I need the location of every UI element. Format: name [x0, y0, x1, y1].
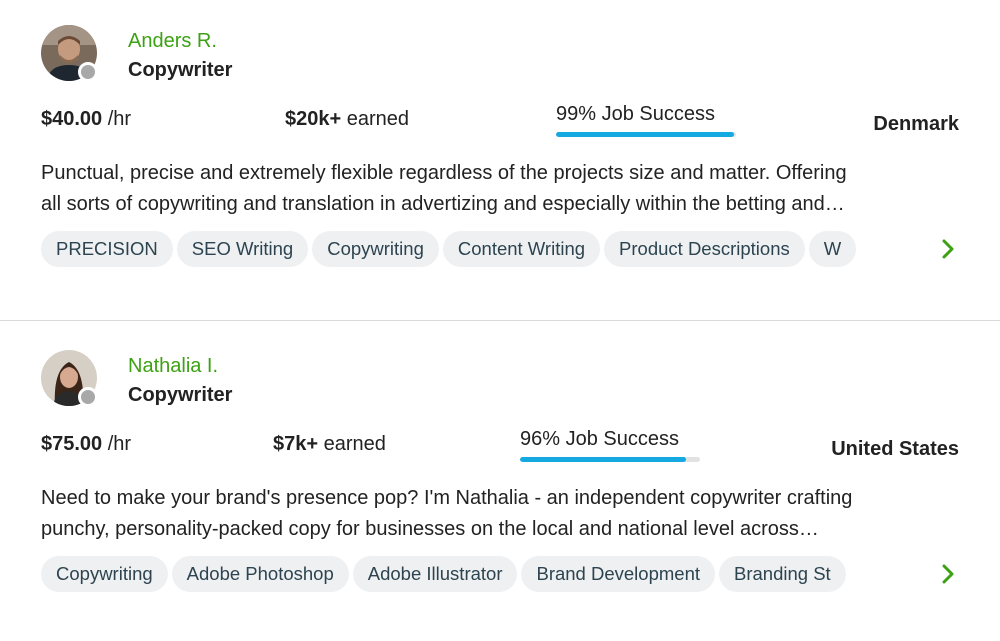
description-line: punchy, personality-packed copy for busi… [41, 518, 819, 540]
rate-amount: $40.00 [41, 108, 103, 130]
skill-chip[interactable]: Brand Development [521, 556, 715, 592]
location: Denmark [873, 113, 959, 135]
skill-chip[interactable]: Content Writing [442, 231, 601, 267]
freelancer-title: Copywriter [128, 384, 233, 406]
total-earned: $7k+ earned [273, 433, 386, 456]
description-line: Need to make your brand's presence pop? … [41, 487, 853, 509]
rate-unit: /hr [107, 108, 132, 130]
skill-chip[interactable]: Product Descriptions [604, 231, 805, 267]
freelancer-title: Copywriter [128, 59, 233, 81]
avatar[interactable] [41, 350, 98, 407]
earned-amount: $20k+ [285, 108, 342, 130]
chevron-right-icon [942, 564, 954, 584]
skills-next-button[interactable] [935, 231, 961, 267]
job-success-bar [520, 457, 700, 462]
skill-chip[interactable]: Adobe Photoshop [171, 556, 349, 592]
skills-next-button[interactable] [935, 556, 961, 592]
skill-chip[interactable]: PRECISION [41, 231, 173, 267]
job-success-fill [520, 457, 686, 462]
skills-list: Copywriting Adobe Photoshop Adobe Illustra… [41, 556, 917, 592]
skill-chip[interactable]: Copywriting [312, 231, 439, 267]
skills-list: PRECISION SEO Writing Copywriting Content W… [41, 231, 917, 267]
freelancer-name[interactable]: Nathalia I. [128, 355, 218, 378]
job-success-bar [556, 132, 736, 137]
freelancer-description: Punctual, precise and extremely flexible… [41, 158, 961, 220]
earned-amount: $7k+ [273, 433, 319, 455]
description-line: all sorts of copywriting and translation… [41, 193, 845, 215]
hourly-rate: $75.00 /hr [41, 433, 131, 456]
skill-chip[interactable]: Branding St [719, 556, 846, 592]
status-indicator [78, 387, 98, 407]
job-success-label: 96% Job Success [520, 428, 679, 450]
freelancer-description: Need to make your brand's presence pop? … [41, 483, 961, 545]
earned-label: earned [346, 108, 410, 130]
chevron-right-icon [942, 239, 954, 259]
skill-chip[interactable]: W [808, 231, 857, 267]
rate-amount: $75.00 [41, 433, 103, 455]
skill-chip[interactable]: Copywriting [41, 556, 168, 592]
freelancer-card[interactable]: Anders R. Copywriter $40.00 /hr $20k+ ea… [0, 0, 1000, 320]
job-success-fill [556, 132, 735, 137]
total-earned: $20k+ earned [285, 108, 409, 131]
freelancer-name[interactable]: Anders R. [128, 30, 217, 53]
description-line: Punctual, precise and extremely flexible… [41, 162, 847, 184]
job-success-label: 99% Job Success [556, 103, 715, 125]
rate-unit: /hr [107, 433, 132, 455]
freelancer-card[interactable]: Nathalia I. Copywriter $75.00 /hr $7k+ e… [0, 320, 1000, 641]
status-indicator [78, 62, 98, 82]
skill-chip[interactable]: Adobe Illustrator [352, 556, 518, 592]
avatar[interactable] [41, 25, 98, 82]
hourly-rate: $40.00 /hr [41, 108, 131, 131]
earned-label: earned [323, 433, 386, 455]
skill-chip[interactable]: SEO Writing [176, 231, 309, 267]
location: United States [831, 438, 959, 460]
